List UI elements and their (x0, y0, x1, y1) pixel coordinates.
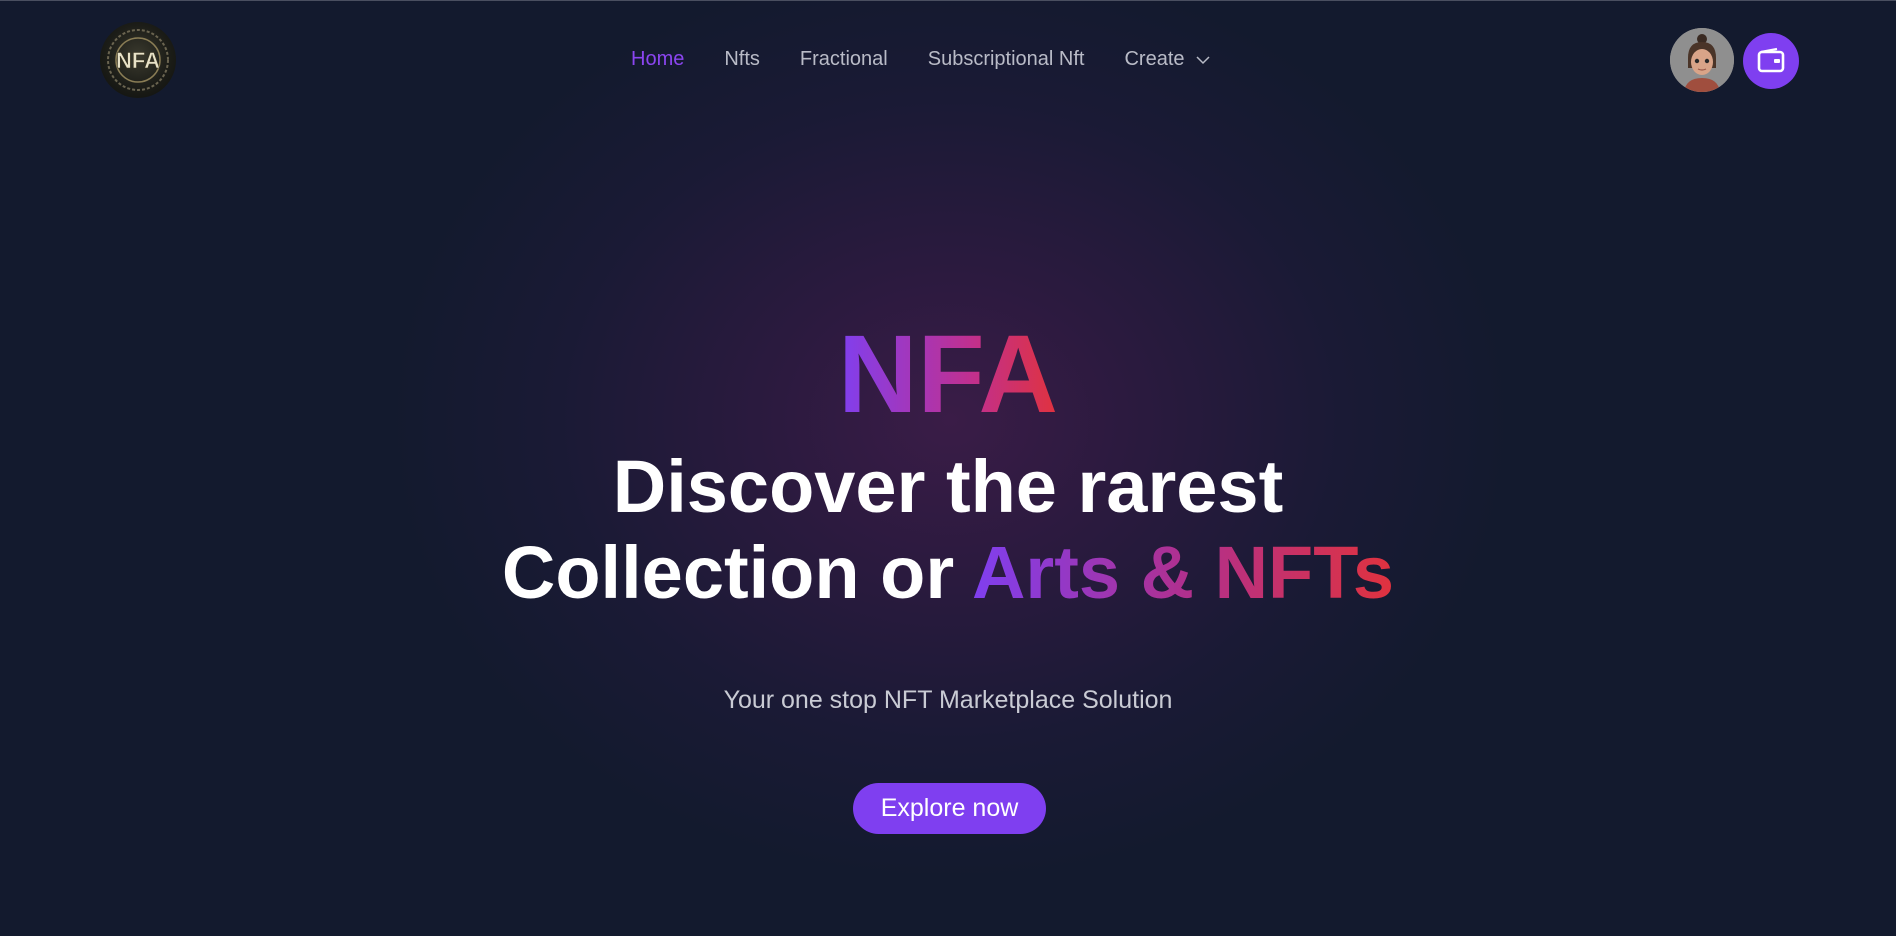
hero-section: NFA Discover the rarest Collection or Ar… (0, 320, 1896, 616)
hero-headline: Discover the rarest Collection or Arts &… (0, 444, 1896, 616)
hero-brand: NFA (838, 313, 1058, 436)
nav-nfts[interactable]: Nfts (724, 48, 760, 71)
profile-avatar-icon (1670, 28, 1734, 92)
site-logo[interactable]: NFA (100, 22, 176, 98)
nav-fractional[interactable]: Fractional (800, 48, 888, 71)
avatar[interactable] (1670, 28, 1734, 92)
main-nav: Home Nfts Fractional Subscriptional Nft … (631, 48, 1211, 71)
headline-line-2: Collection or Arts & NFTs (0, 530, 1896, 616)
svg-text:NFA: NFA (116, 48, 160, 73)
nav-create-label: Create (1124, 48, 1185, 70)
logo-emblem-icon: NFA (107, 29, 169, 91)
wallet-button[interactable] (1743, 33, 1799, 89)
wallet-icon (1757, 47, 1785, 73)
headline-accent: Arts & NFTs (971, 531, 1395, 614)
explore-now-button[interactable]: Explore now (853, 783, 1046, 834)
hero-tagline: Your one stop NFT Marketplace Solution (723, 686, 1173, 714)
nav-subscriptional-nft[interactable]: Subscriptional Nft (928, 48, 1085, 71)
site-header: NFA Home Nfts Fractional Subscriptional … (0, 0, 1896, 122)
headline-line-1: Discover the rarest (612, 445, 1284, 528)
nav-home[interactable]: Home (631, 48, 684, 71)
chevron-down-icon (1195, 55, 1210, 64)
headline-line-2-prefix: Collection or (501, 531, 972, 614)
nav-create-dropdown[interactable]: Create (1124, 48, 1210, 71)
